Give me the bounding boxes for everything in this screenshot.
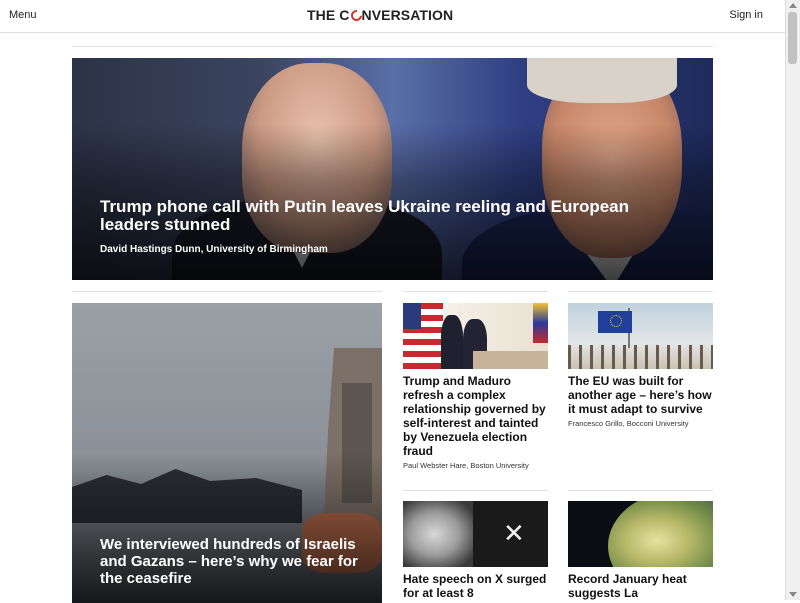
article-thumbnail — [568, 501, 713, 567]
article-author: Francesco Grillo, Bocconi University — [568, 419, 689, 428]
feature-title: We interviewed hundreds of Israelis and … — [100, 536, 358, 587]
scroll-down-arrow-icon[interactable] — [789, 592, 797, 597]
scroll-up-arrow-icon[interactable] — [789, 3, 797, 8]
article-author: Paul Webster Hare, Boston University — [403, 461, 529, 470]
article-title: Trump and Maduro refresh a complex relat… — [403, 374, 546, 458]
divider — [568, 490, 713, 491]
signin-link[interactable]: Sign in — [729, 9, 763, 21]
hero-article[interactable]: Trump phone call with Putin leaves Ukrai… — [72, 58, 713, 280]
hero-title: Trump phone call with Putin leaves Ukrai… — [100, 197, 630, 234]
logo-text-prefix: THE C — [307, 7, 350, 23]
menu-button[interactable]: Menu — [9, 9, 37, 21]
logo-text-suffix: NVERSATION — [361, 7, 454, 23]
article-card[interactable]: The EU was built for another age – here’… — [568, 303, 713, 428]
article-card[interactable]: Trump and Maduro refresh a complex relat… — [403, 303, 548, 470]
divider — [403, 490, 548, 491]
x-logo-icon: ✕ — [503, 519, 525, 549]
scroll-thumb[interactable] — [788, 12, 797, 64]
article-title: Hate speech on X surged for at least 8 — [403, 572, 547, 600]
site-header: Menu THE C NVERSATION Sign in — [0, 0, 786, 33]
divider — [72, 291, 382, 292]
article-thumbnail — [568, 303, 713, 369]
article-title: Record January heat suggests La — [568, 572, 687, 600]
hero-author: David Hastings Dunn, University of Birmi… — [100, 244, 328, 255]
divider — [403, 291, 548, 292]
article-thumbnail — [403, 303, 548, 369]
article-card[interactable]: ✕ Hate speech on X surged for at least 8 — [403, 501, 548, 600]
article-thumbnail: ✕ — [403, 501, 548, 567]
site-logo[interactable]: THE C NVERSATION — [307, 7, 454, 24]
top-divider — [72, 46, 713, 47]
divider — [568, 291, 713, 292]
feature-article[interactable]: We interviewed hundreds of Israelis and … — [72, 303, 382, 603]
article-card[interactable]: Record January heat suggests La — [568, 501, 713, 600]
page-scrollbar[interactable] — [785, 0, 800, 600]
article-title: The EU was built for another age – here’… — [568, 374, 712, 416]
